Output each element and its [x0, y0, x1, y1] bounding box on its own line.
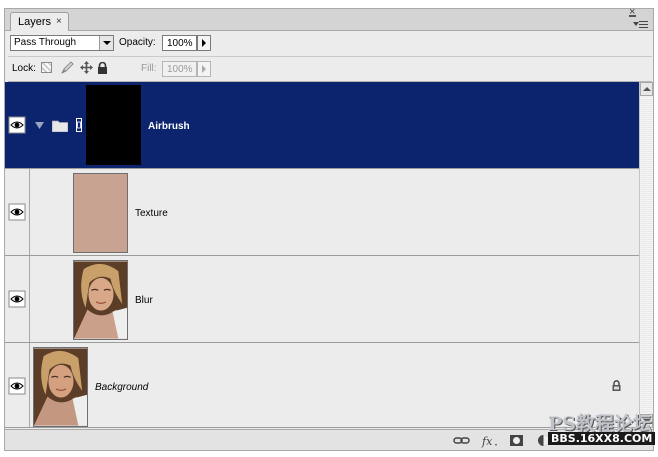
- divider: [29, 82, 30, 168]
- watermark-url-text: BBS.16XX8.COM: [548, 432, 656, 445]
- panel-tab-strip: Layers × ×: [5, 6, 653, 31]
- panel-menu-icon[interactable]: [633, 21, 649, 30]
- fill-value: 100%: [167, 64, 193, 75]
- blend-mode-select[interactable]: Pass Through: [10, 35, 114, 51]
- layer-mask-thumbnail[interactable]: [86, 85, 141, 165]
- portrait-thumbnail[interactable]: [73, 260, 128, 340]
- fx-icon[interactable]: fx: [481, 433, 498, 448]
- divider: [29, 256, 30, 342]
- layer-name: Background: [95, 382, 149, 393]
- opacity-slider-button[interactable]: [197, 35, 211, 51]
- scroll-up-button[interactable]: [640, 82, 653, 96]
- blend-mode-value: Pass Through: [14, 37, 77, 48]
- layer-name: Blur: [135, 295, 153, 306]
- layer-row-texture[interactable]: Texture: [5, 169, 639, 256]
- lock-transparent-pixels-icon[interactable]: [41, 62, 52, 73]
- svg-text:fx: fx: [481, 435, 493, 448]
- layers-list: Airbrush Texture Blur Background: [5, 82, 639, 428]
- lock-image-pixels-icon[interactable]: [60, 61, 74, 74]
- divider: [8, 56, 652, 57]
- layer-row-blur[interactable]: Blur: [5, 256, 639, 343]
- fill-field[interactable]: 100%: [162, 61, 197, 77]
- chevron-down-icon[interactable]: [99, 36, 113, 50]
- layer-name: Airbrush: [148, 121, 190, 132]
- link-layers-icon[interactable]: [453, 433, 470, 448]
- panel-collapse-icon[interactable]: [629, 15, 636, 17]
- divider: [29, 169, 30, 255]
- opacity-field[interactable]: 100%: [162, 35, 197, 51]
- tab-close-icon[interactable]: ×: [56, 16, 62, 27]
- tab-layers[interactable]: Layers ×: [10, 12, 69, 31]
- portrait-thumbnail[interactable]: [33, 347, 88, 427]
- layer-row-background[interactable]: Background: [5, 343, 639, 428]
- folder-icon: [52, 120, 68, 132]
- eye-icon[interactable]: [8, 290, 26, 308]
- layer-name: Texture: [135, 208, 168, 219]
- divider: [29, 343, 30, 427]
- layers-panel: Layers × × Pass Through Opacity: 100% Lo…: [4, 6, 654, 451]
- fill-slider-button[interactable]: [197, 61, 211, 77]
- opacity-value: 100%: [167, 38, 193, 49]
- lock-label: Lock:: [12, 63, 36, 74]
- layer-row-airbrush[interactable]: Airbrush: [5, 82, 639, 169]
- fill-label: Fill:: [141, 63, 157, 74]
- lock-icon: [612, 380, 621, 391]
- eye-icon[interactable]: [8, 116, 26, 134]
- scroll-track[interactable]: [641, 98, 652, 412]
- layers-scrollbar[interactable]: [639, 82, 653, 428]
- eye-icon[interactable]: [8, 377, 26, 395]
- lock-all-icon[interactable]: [97, 62, 108, 74]
- opacity-label: Opacity:: [119, 37, 156, 48]
- lock-position-icon[interactable]: [80, 61, 93, 74]
- layer-mask-icon[interactable]: [508, 433, 525, 448]
- expand-triangle-icon[interactable]: [35, 121, 44, 130]
- eye-icon[interactable]: [8, 203, 26, 221]
- tab-layers-label: Layers: [18, 16, 52, 28]
- layer-thumbnail[interactable]: [73, 173, 128, 253]
- mask-link-icon[interactable]: [76, 118, 82, 132]
